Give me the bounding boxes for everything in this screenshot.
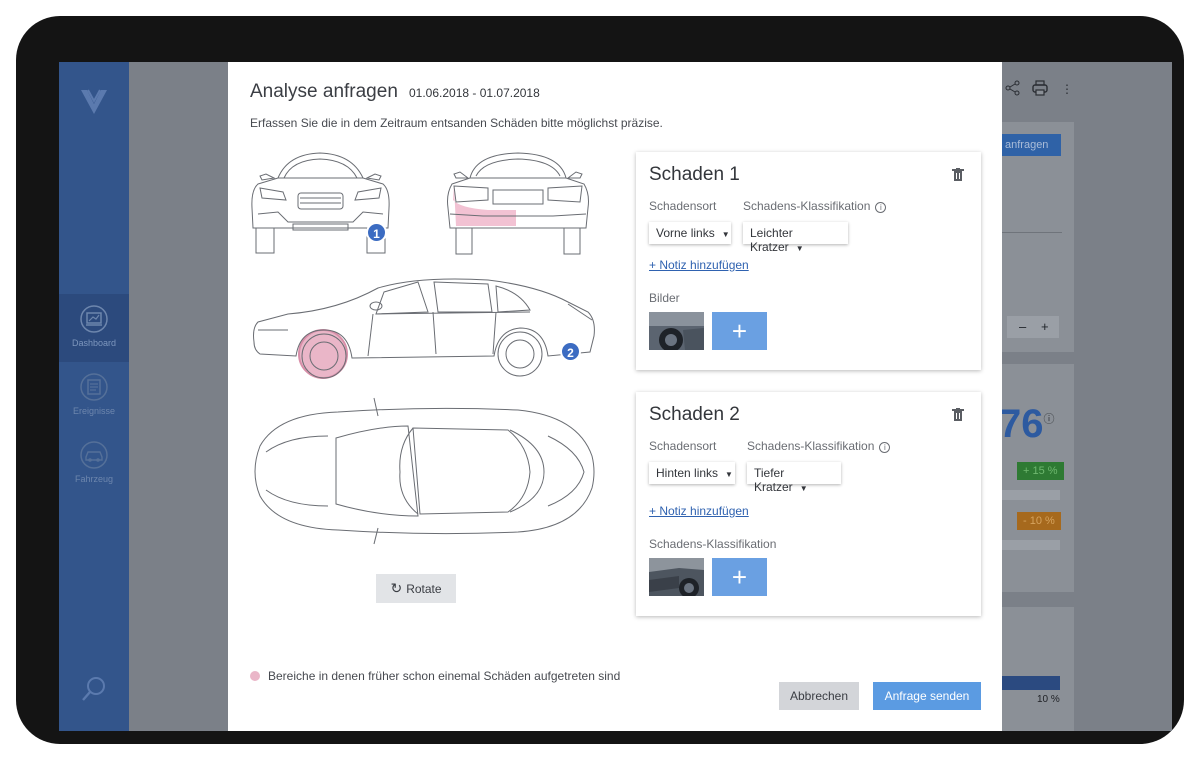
location-label: Schadensort	[649, 439, 717, 453]
chevron-down-icon: ▼	[799, 484, 808, 493]
add-image-button[interactable]: +	[712, 312, 767, 350]
share-icon[interactable]	[1005, 80, 1021, 99]
app-logo	[59, 80, 129, 120]
more-icon[interactable]: ⋮	[1061, 82, 1073, 96]
add-image-button[interactable]: +	[712, 558, 767, 596]
classification-select[interactable]: Tiefer Kratzer ▼	[747, 462, 841, 494]
location-label: Schadensort	[649, 199, 717, 213]
sidebar-item-label: Ereignisse	[72, 406, 116, 416]
location-select[interactable]: Hinten links ▼	[649, 462, 735, 484]
classification-label: Schadens-Klassifikation i	[743, 199, 887, 213]
search-icon[interactable]	[79, 674, 109, 709]
print-icon[interactable]	[1031, 80, 1049, 99]
info-icon[interactable]: i	[875, 202, 887, 213]
damage-marker-2[interactable]: 2	[560, 341, 581, 362]
sidebar-item-ereignisse[interactable]: Ereignisse	[59, 364, 129, 432]
chevron-down-icon: ▼	[725, 470, 733, 479]
events-icon	[80, 373, 108, 401]
stepper-plus: +	[1041, 319, 1049, 334]
legend: Bereiche in denen früher schon einemal S…	[250, 669, 620, 683]
damage-marker-1[interactable]: 1	[366, 222, 387, 243]
location-select[interactable]: Vorne links ▼	[649, 222, 731, 244]
background-bar	[1002, 490, 1060, 500]
device-frame: Dashboard Ereignisse Fahrzeug ⋮ anfragen…	[16, 16, 1184, 744]
progress-percent: 10 %	[1037, 694, 1060, 705]
background-progress-bar	[1002, 676, 1060, 690]
sidebar-item-fahrzeug[interactable]: Fahrzeug	[59, 434, 129, 502]
damage-card-1: Schaden 1 Schadensort Schadens-Klassifik…	[636, 152, 981, 370]
dashboard-icon	[80, 305, 108, 333]
modal-title: Analyse anfragen	[250, 81, 398, 102]
add-note-link[interactable]: + Notiz hinzufügen	[649, 504, 749, 518]
sidebar-item-label: Dashboard	[71, 338, 117, 348]
background-request-button: anfragen	[1001, 134, 1061, 156]
images-label: Schadens-Klassifikation	[649, 537, 777, 551]
damage-photo-thumbnail[interactable]	[649, 312, 704, 350]
add-note-link[interactable]: + Notiz hinzufügen	[649, 258, 749, 272]
car-rear-view[interactable]	[438, 148, 598, 260]
background-card	[1002, 607, 1074, 731]
car-icon	[80, 441, 108, 469]
chevron-down-icon: ▼	[721, 230, 730, 239]
car-top-view[interactable]	[248, 396, 598, 546]
kpi-value: 76ⓘ	[999, 402, 1055, 446]
modal-subtitle: Erfassen Sie die in dem Zeitraum entsand…	[250, 116, 663, 130]
background-stepper: – +	[1007, 316, 1059, 338]
badge-up: + 15 %	[1017, 462, 1064, 480]
car-side-view[interactable]	[248, 272, 600, 384]
images-label: Bilder	[649, 291, 680, 305]
car-front-view[interactable]	[248, 148, 393, 260]
info-icon: ⓘ	[1043, 413, 1055, 426]
sidebar-item-dashboard[interactable]: Dashboard	[59, 294, 129, 362]
badge-down: - 10 %	[1017, 512, 1061, 530]
damage-card-2: Schaden 2 Schadensort Schadens-Klassifik…	[636, 392, 981, 616]
classification-select[interactable]: Leichter Kratzer ▼	[743, 222, 848, 254]
delete-damage-icon[interactable]	[952, 168, 964, 187]
info-icon[interactable]: i	[879, 442, 891, 453]
sidebar: Dashboard Ereignisse Fahrzeug	[59, 62, 129, 731]
rotate-button[interactable]: ↻ Rotate	[376, 574, 456, 603]
legend-dot-icon	[250, 671, 260, 681]
date-range: 01.06.2018 - 01.07.2018	[409, 86, 540, 100]
background-bar	[1002, 540, 1060, 550]
rotate-icon: ↻	[390, 580, 403, 596]
app-screen: Dashboard Ereignisse Fahrzeug ⋮ anfragen…	[59, 62, 1172, 731]
damage-photo-thumbnail[interactable]	[649, 558, 704, 596]
divider	[1002, 232, 1062, 233]
stepper-minus: –	[1019, 319, 1027, 334]
analysis-request-modal: Analyse anfragen 01.06.2018 - 01.07.2018…	[228, 62, 1002, 731]
delete-damage-icon[interactable]	[952, 408, 964, 427]
cancel-button[interactable]: Abbrechen	[779, 682, 859, 710]
send-request-button[interactable]: Anfrage senden	[873, 682, 981, 710]
rotate-label: Rotate	[406, 582, 442, 596]
legend-text: Bereiche in denen früher schon einemal S…	[268, 669, 621, 683]
damage-title: Schaden 2	[649, 404, 740, 425]
classification-label: Schadens-Klassifikation i	[747, 439, 891, 453]
sidebar-item-label: Fahrzeug	[74, 474, 114, 484]
chevron-down-icon: ▼	[795, 244, 804, 253]
damage-title: Schaden 1	[649, 164, 740, 185]
